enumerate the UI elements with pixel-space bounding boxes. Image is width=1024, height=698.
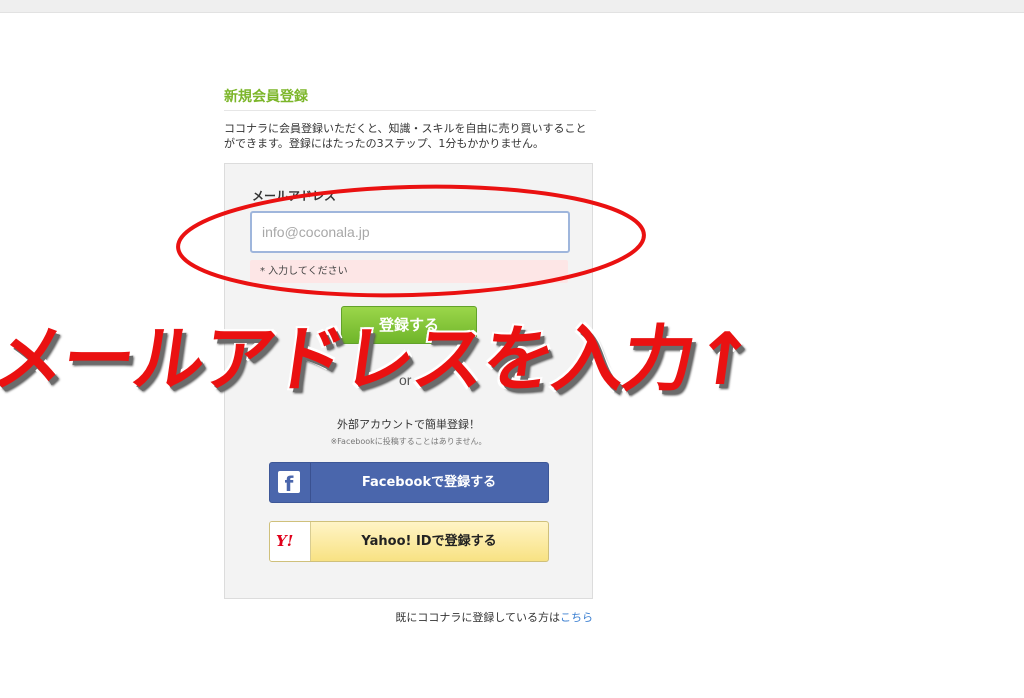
facebook-icon: f [278, 471, 300, 493]
facebook-register-button[interactable]: f Facebookで登録する [269, 462, 549, 503]
existing-user-line: 既にココナラに登録している方はこちら [224, 609, 593, 625]
external-account-heading: 外部アカウントで簡単登録！ [337, 418, 480, 431]
browser-top-bar [0, 0, 1024, 13]
yahoo-register-label: Yahoo! IDで登録する [361, 534, 497, 549]
email-label: メールアドレス [252, 189, 337, 203]
page-title: 新規会員登録 [224, 89, 308, 105]
yahoo-icon: Y! [276, 532, 294, 550]
yahoo-icon-box: Y! [270, 522, 311, 561]
yahoo-register-button[interactable]: Y! Yahoo! IDで登録する [269, 521, 549, 562]
annotation-text: メールアドレスを入力↑ [0, 317, 758, 401]
email-input[interactable] [250, 211, 570, 253]
login-prompt-text: 既にココナラに登録している方は [395, 611, 560, 624]
facebook-post-note: ※Facebookに投稿することはありません。 [330, 437, 487, 446]
email-error-message: * 入力してください [250, 260, 568, 283]
facebook-register-label: Facebookで登録する [361, 475, 497, 490]
title-divider [224, 110, 596, 111]
facebook-icon-box: f [270, 463, 311, 502]
login-link[interactable]: こちら [560, 611, 593, 624]
intro-text: ココナラに会員登録いただくと、知識・スキルを自由に売り買いすることができます。登… [224, 122, 587, 150]
